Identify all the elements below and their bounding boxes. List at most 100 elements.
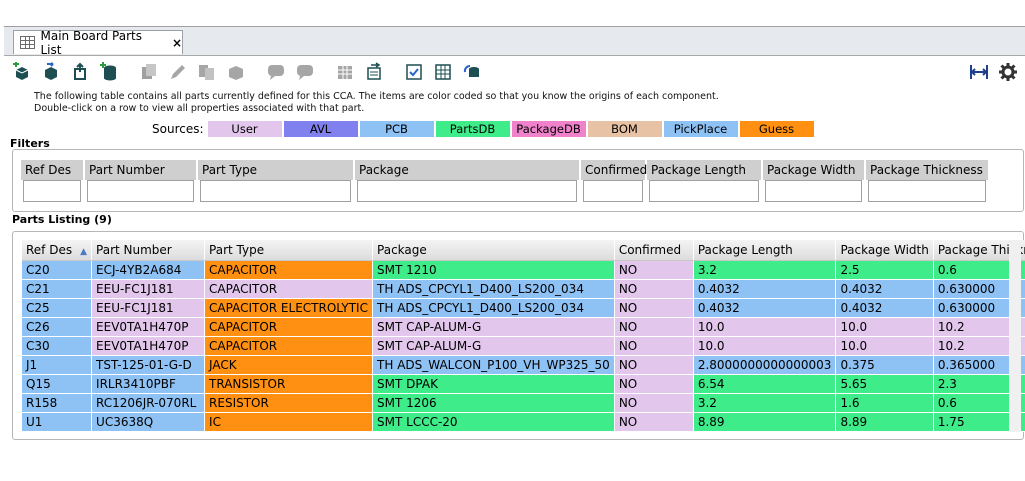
table-row[interactable]: Q15 IRLR3410PBF TRANSISTOR SMT DPAK NO 6.54 5.… xyxy=(22,374,1025,394)
filter-header-ref-des: Ref Des xyxy=(21,160,83,180)
box-icon[interactable] xyxy=(225,61,247,83)
table-cell: SMT CAP-ALUM-G xyxy=(372,336,615,356)
table-row[interactable]: C30 EEV0TA1H470P CAPACITOR SMT CAP-ALUM-G NO… xyxy=(22,336,1025,356)
column-header-part-number[interactable]: Part Number xyxy=(91,240,206,261)
fit-width-icon[interactable] xyxy=(968,61,990,83)
table-cell: 2.5 xyxy=(835,260,934,280)
table-cell: 0.4032 xyxy=(693,279,837,299)
column-header-package[interactable]: Package xyxy=(372,240,615,261)
export-icon[interactable] xyxy=(69,61,91,83)
source-swatch-user: User xyxy=(207,121,282,137)
table-cell: 0.375 xyxy=(835,355,934,375)
table-cell: NO xyxy=(614,317,694,337)
table-cell: JACK xyxy=(204,355,374,375)
column-header-ref-des[interactable]: Ref Des ▲ xyxy=(22,240,93,261)
table-cell: 0.4032 xyxy=(835,298,934,318)
table-cell: 8.89 xyxy=(693,412,837,432)
filter-input-package-length[interactable] xyxy=(649,180,759,202)
parts-table: Ref Des ▲ Part Number Part Type Package Confi… xyxy=(22,240,1025,432)
table-cell: NO xyxy=(614,336,694,356)
toolbar xyxy=(4,57,1025,87)
table-row[interactable]: C20 ECJ-4YB2A684 CAPACITOR SMT 1210 NO 3.2 2.5… xyxy=(22,260,1025,280)
column-header-package-length[interactable]: Package Length xyxy=(693,240,837,261)
table-cell: IC xyxy=(204,412,374,432)
filters-panel: Ref Des Part Number Part Type Package Confir… xyxy=(12,149,1024,212)
table-cell: NO xyxy=(614,412,694,432)
filter-input-ref-des[interactable] xyxy=(23,180,81,202)
source-swatch-packagedb: PackageDB xyxy=(511,121,586,137)
table-cell: EEV0TA1H470P xyxy=(91,317,206,337)
table-cell: EEV0TA1H470P xyxy=(91,336,206,356)
table-cell: 5.65 xyxy=(835,374,934,394)
compare-icon[interactable] xyxy=(403,61,425,83)
table-cell: EEU-FC1J181 xyxy=(91,279,206,299)
gear-icon[interactable] xyxy=(997,61,1019,83)
table-cell: CAPACITOR xyxy=(204,260,374,280)
toolbar-right xyxy=(961,61,1019,83)
filter-header-package-width: Package Width xyxy=(763,160,864,180)
grid-import-icon[interactable] xyxy=(334,61,356,83)
source-swatch-pickplace: PickPlace xyxy=(663,121,738,137)
table-icon[interactable] xyxy=(432,61,454,83)
grid-export-icon[interactable] xyxy=(363,61,385,83)
table-cell: ECJ-4YB2A684 xyxy=(91,260,206,280)
add-database-icon[interactable] xyxy=(98,61,120,83)
table-cell: 6.54 xyxy=(693,374,837,394)
table-row[interactable]: C26 EEV0TA1H470P CAPACITOR SMT CAP-ALUM-G NO… xyxy=(22,317,1025,337)
table-cell: U1 xyxy=(22,412,93,432)
sync-icon[interactable] xyxy=(461,61,483,83)
add-part-icon[interactable] xyxy=(11,61,33,83)
import-icon[interactable] xyxy=(40,61,62,83)
comment-icon[interactable] xyxy=(294,61,316,83)
table-cell: NO xyxy=(614,374,694,394)
column-header-confirmed[interactable]: Confirmed xyxy=(614,240,694,261)
table-row[interactable]: U1 UC3638Q IC SMT LCCC-20 NO 8.89 8.89 1.75 xyxy=(22,412,1025,432)
table-cell: C25 xyxy=(22,298,93,318)
table-cell: SMT 1210 xyxy=(372,260,615,280)
tab-main-board-parts-list[interactable]: Main Board Parts List × xyxy=(13,29,183,57)
edit-icon[interactable] xyxy=(167,61,189,83)
close-icon[interactable]: × xyxy=(172,36,182,50)
filter-input-part-type[interactable] xyxy=(200,180,351,202)
column-header-label: Confirmed xyxy=(618,243,682,257)
table-row[interactable]: J1 TST-125-01-G-D JACK TH ADS_WALCON_P100_V… xyxy=(22,355,1025,375)
column-header-label: Package Length xyxy=(697,243,793,257)
duplicate-icon[interactable] xyxy=(196,61,218,83)
table-cell: C20 xyxy=(22,260,93,280)
table-cell: IRLR3410PBF xyxy=(91,374,206,394)
filter-input-package[interactable] xyxy=(357,180,577,202)
comment-icon[interactable] xyxy=(265,61,287,83)
column-header-label: Part Number xyxy=(96,243,172,257)
filter-input-package-width[interactable] xyxy=(765,180,862,202)
vertical-scrollbar[interactable] xyxy=(1009,240,1021,432)
filter-header-package-thickness: Package Thickness xyxy=(866,160,988,180)
table-row[interactable]: R158 RC1206JR-070RL RESISTOR SMT 1206 NO 3.2 1… xyxy=(22,393,1025,413)
filter-input-package-thickness[interactable] xyxy=(868,180,986,202)
filter-input-part-number[interactable] xyxy=(87,180,194,202)
table-cell: NO xyxy=(614,298,694,318)
table-cell: CAPACITOR xyxy=(204,317,374,337)
filter-header-package: Package xyxy=(355,160,579,180)
table-cell: RESISTOR xyxy=(204,393,374,413)
table-cell: SMT 1206 xyxy=(372,393,615,413)
copy-icon[interactable] xyxy=(138,61,160,83)
table-row[interactable]: C25 EEU-FC1J181 CAPACITOR ELECTROLYTIC TH A… xyxy=(22,298,1025,318)
table-cell: NO xyxy=(614,260,694,280)
table-row[interactable]: C21 EEU-FC1J181 CAPACITOR TH ADS_CPCYL1_D40… xyxy=(22,279,1025,299)
table-cell: SMT DPAK xyxy=(372,374,615,394)
filter-header-part-number: Part Number xyxy=(85,160,196,180)
column-header-part-type[interactable]: Part Type xyxy=(204,240,374,261)
table-cell: TH ADS_WALCON_P100_VH_WP325_50 xyxy=(372,355,615,375)
column-header-package-width[interactable]: Package Width xyxy=(835,240,934,261)
table-cell: CAPACITOR ELECTROLYTIC xyxy=(204,298,374,318)
table-cell: CAPACITOR xyxy=(204,336,374,356)
table-cell: R158 xyxy=(22,393,93,413)
table-cell: J1 xyxy=(22,355,93,375)
table-cell: C26 xyxy=(22,317,93,337)
table-cell: TH ADS_CPCYL1_D400_LS200_034 xyxy=(372,298,615,318)
filter-input-confirmed[interactable] xyxy=(583,180,643,202)
table-cell: NO xyxy=(614,355,694,375)
table-cell: SMT CAP-ALUM-G xyxy=(372,317,615,337)
table-cell: 10.0 xyxy=(693,336,837,356)
parts-listing-title: Parts Listing (9) xyxy=(12,213,112,226)
